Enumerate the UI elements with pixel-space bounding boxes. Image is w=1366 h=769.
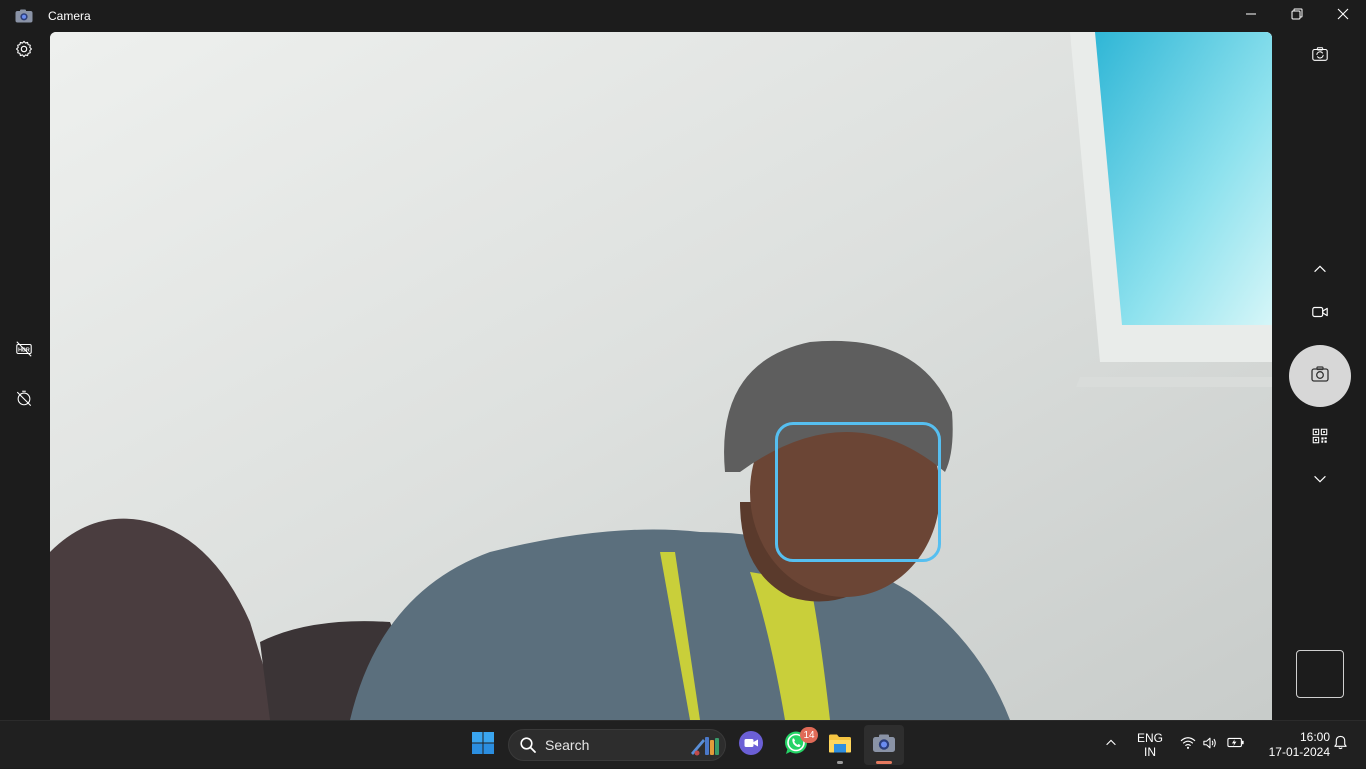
clock-time: 16:00 <box>1299 730 1330 744</box>
hdr-off-icon: HDR <box>15 340 33 363</box>
show-hidden-icons-button[interactable] <box>1100 721 1122 769</box>
window-title: Camera <box>48 9 91 23</box>
active-app-indicator <box>876 761 892 764</box>
camera-app-icon <box>15 9 33 23</box>
mode-down-button[interactable] <box>1309 470 1331 492</box>
system-clock[interactable]: 16:00 17-01-2024 <box>1254 730 1330 760</box>
notification-badge: 14 <box>800 727 818 743</box>
mode-up-button[interactable] <box>1309 260 1331 282</box>
left-toolbar: HDR <box>0 32 49 720</box>
restore-icon <box>1291 7 1303 25</box>
timer-button[interactable] <box>13 389 35 411</box>
chevron-up-icon <box>1104 736 1118 755</box>
taskbar-file-explorer[interactable] <box>820 725 860 765</box>
qr-mode-button[interactable] <box>1309 427 1331 449</box>
title-bar: Camera <box>0 0 1366 32</box>
taskbar-search-box[interactable]: Search <box>508 729 726 761</box>
face-detection-box <box>775 422 941 562</box>
video-mode-button[interactable] <box>1309 303 1331 325</box>
video-chat-icon <box>738 730 764 761</box>
folder-icon <box>827 730 853 761</box>
video-camera-icon <box>1311 303 1329 326</box>
take-photo-button[interactable] <box>1289 345 1351 407</box>
minimize-button[interactable] <box>1228 0 1274 32</box>
search-highlight-icon <box>687 733 723 759</box>
chevron-up-icon <box>1311 260 1329 283</box>
wifi-icon <box>1180 736 1196 755</box>
input-language-indicator[interactable]: ENG IN <box>1132 731 1168 759</box>
live-preview-image <box>50 32 1272 720</box>
switch-camera-icon <box>1311 45 1329 68</box>
qr-code-icon <box>1311 427 1329 450</box>
camera-app-icon <box>871 730 897 761</box>
battery-button[interactable] <box>1224 721 1248 769</box>
switch-camera-button[interactable] <box>1309 45 1331 67</box>
start-button[interactable] <box>463 725 503 765</box>
right-toolbar <box>1272 32 1366 720</box>
windows-logo-icon <box>471 731 495 760</box>
chevron-down-icon <box>1311 470 1329 493</box>
close-icon <box>1337 7 1349 25</box>
last-capture-thumbnail[interactable] <box>1296 650 1344 698</box>
bell-icon <box>1333 735 1348 755</box>
wifi-status-button[interactable] <box>1178 721 1198 769</box>
camera-icon <box>1310 364 1330 389</box>
clock-date: 17-01-2024 <box>1268 745 1330 759</box>
settings-button[interactable] <box>13 40 35 62</box>
language-code: ENG <box>1136 731 1163 745</box>
volume-button[interactable] <box>1200 721 1220 769</box>
search-icon <box>519 736 537 754</box>
hdr-toggle-button[interactable]: HDR <box>13 340 35 362</box>
taskbar-camera[interactable] <box>864 725 904 765</box>
minimize-icon <box>1245 7 1257 25</box>
close-button[interactable] <box>1320 0 1366 32</box>
battery-charging-icon <box>1227 736 1245 754</box>
language-region: IN <box>1144 745 1156 759</box>
notifications-button[interactable] <box>1330 721 1350 769</box>
taskbar: Search 14 ENG IN 16:00 17-01-2024 <box>0 720 1366 768</box>
taskbar-teams-chat[interactable] <box>731 725 771 765</box>
timer-off-icon <box>15 389 33 412</box>
taskbar-whatsapp[interactable]: 14 <box>776 725 818 765</box>
restore-button[interactable] <box>1274 0 1320 32</box>
speaker-icon <box>1202 736 1218 755</box>
camera-viewfinder[interactable] <box>50 32 1272 720</box>
gear-icon <box>15 40 33 63</box>
running-indicator <box>837 761 843 764</box>
camera-window: Camera HDR <box>0 0 1366 720</box>
search-placeholder: Search <box>545 737 590 753</box>
